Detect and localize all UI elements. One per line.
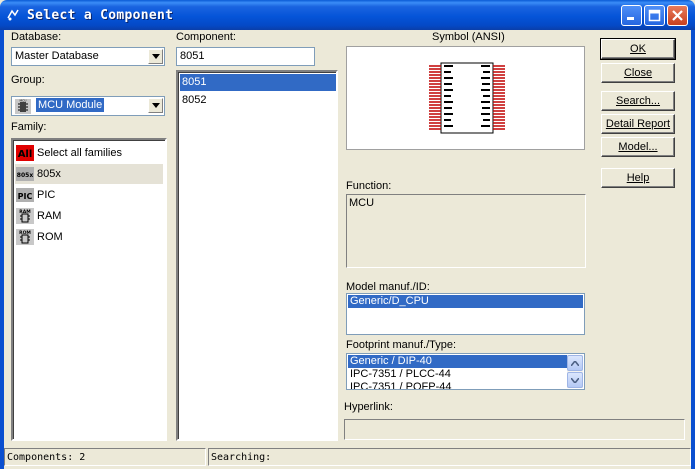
hyperlink-field[interactable] [344,419,685,440]
chip-rom-icon: ROM [16,229,34,245]
database-value: Master Database [15,50,99,62]
model-item-label: Generic/D_CPU [350,295,429,307]
svg-text:All: All [18,149,33,160]
app-icon [7,9,19,21]
minimize-button[interactable] [621,5,642,26]
family-item-label: Select all families [37,147,122,159]
list-item[interactable]: Generic / DIP-40 [348,355,567,368]
group-select[interactable]: MCU MCU Module [11,96,165,116]
family-item-ram[interactable]: RAM RAM [15,206,163,226]
component-input-value: 8051 [180,50,205,62]
all-families-icon: All [16,145,34,161]
title-bar[interactable]: Select a Component [0,0,695,30]
family-item-rom[interactable]: ROM ROM [15,227,163,247]
maximize-button[interactable] [644,5,665,26]
chevron-down-icon [151,103,160,108]
function-box: MCU [346,194,586,268]
list-item[interactable]: IPC-7351 / PQFP-44 [348,381,567,390]
close-button[interactable]: Close [601,63,675,83]
model-label: Model manuf./ID: [346,281,430,293]
list-item[interactable]: 8051 [180,74,336,91]
window-frame-left [0,30,4,469]
group-value: MCU Module [36,98,105,112]
list-item[interactable]: Generic/D_CPU [348,295,583,308]
symbol-label: Symbol (ANSI) [432,31,505,43]
footprint-item-label: Generic / DIP-40 [350,355,432,367]
family-label: Family: [11,121,47,133]
svg-text:805x: 805x [17,172,34,179]
chip-ram-icon: RAM [16,208,34,224]
search-button[interactable]: Search... [601,91,675,111]
family-item-pic[interactable]: PIC PIC [15,185,163,205]
chevron-up-icon [571,360,579,366]
function-label: Function: [346,180,392,192]
component-list[interactable]: 8051 8052 [176,70,338,441]
footprint-label: Footprint manuf./Type: [346,339,457,351]
list-item[interactable]: 8052 [180,92,336,109]
chip-805x-icon: 805x [16,167,34,181]
list-item[interactable]: IPC-7351 / PLCC-44 [348,368,567,381]
window-title: Select a Component [27,8,174,23]
family-item-all[interactable]: All Select all families [15,143,163,163]
database-dropdown-button[interactable] [148,49,163,64]
status-searching: Searching: [208,448,691,466]
ic-symbol-graphic [429,62,505,134]
family-item-label: PIC [37,189,56,201]
family-item-label: 805x [37,168,61,180]
database-select[interactable]: Master Database [11,47,165,66]
footprint-scrollbar[interactable] [567,355,583,388]
component-item-label: 8052 [182,94,207,106]
group-dropdown-button[interactable] [148,98,163,113]
footprint-list[interactable]: Generic / DIP-40 IPC-7351 / PLCC-44 IPC-… [346,353,585,390]
family-list[interactable]: All Select all families 805x 805x PIC PI… [11,138,167,441]
scroll-down-button[interactable] [567,372,583,388]
database-label: Database: [11,31,62,43]
status-bar: Components: 2 Searching: [4,446,691,466]
chevron-down-icon [571,377,579,383]
component-label: Component: [176,31,236,43]
component-input[interactable]: 8051 [176,47,315,66]
group-label: Group: [11,74,45,86]
symbol-preview [346,46,585,150]
footprint-item-label: IPC-7351 / PLCC-44 [350,368,451,380]
window-frame-right [691,30,695,469]
family-item-label: RAM [37,210,62,222]
hyperlink-label: Hyperlink: [344,401,393,413]
chip-pic-icon: PIC [16,188,34,202]
svg-text:MCU: MCU [20,99,27,103]
ok-button[interactable]: OK [600,38,676,60]
model-button[interactable]: Model... [601,137,675,157]
close-icon [672,10,683,21]
function-value: MCU [349,197,375,209]
family-item-805x[interactable]: 805x 805x [15,164,163,184]
maximize-icon [648,9,661,22]
model-list[interactable]: Generic/D_CPU [346,293,585,335]
status-components: Components: 2 [4,448,206,466]
footprint-item-label: IPC-7351 / PQFP-44 [350,381,452,390]
chevron-down-icon [151,54,160,59]
family-item-label: ROM [37,231,63,243]
detail-report-button[interactable]: Detail Report [601,114,675,134]
svg-text:PIC: PIC [18,192,33,201]
help-button[interactable]: Help [601,168,675,188]
component-item-label: 8051 [182,76,207,88]
mcu-module-icon: MCU [15,99,31,114]
scroll-up-button[interactable] [567,355,583,371]
close-window-button[interactable] [667,5,688,26]
minimize-icon [627,17,634,20]
